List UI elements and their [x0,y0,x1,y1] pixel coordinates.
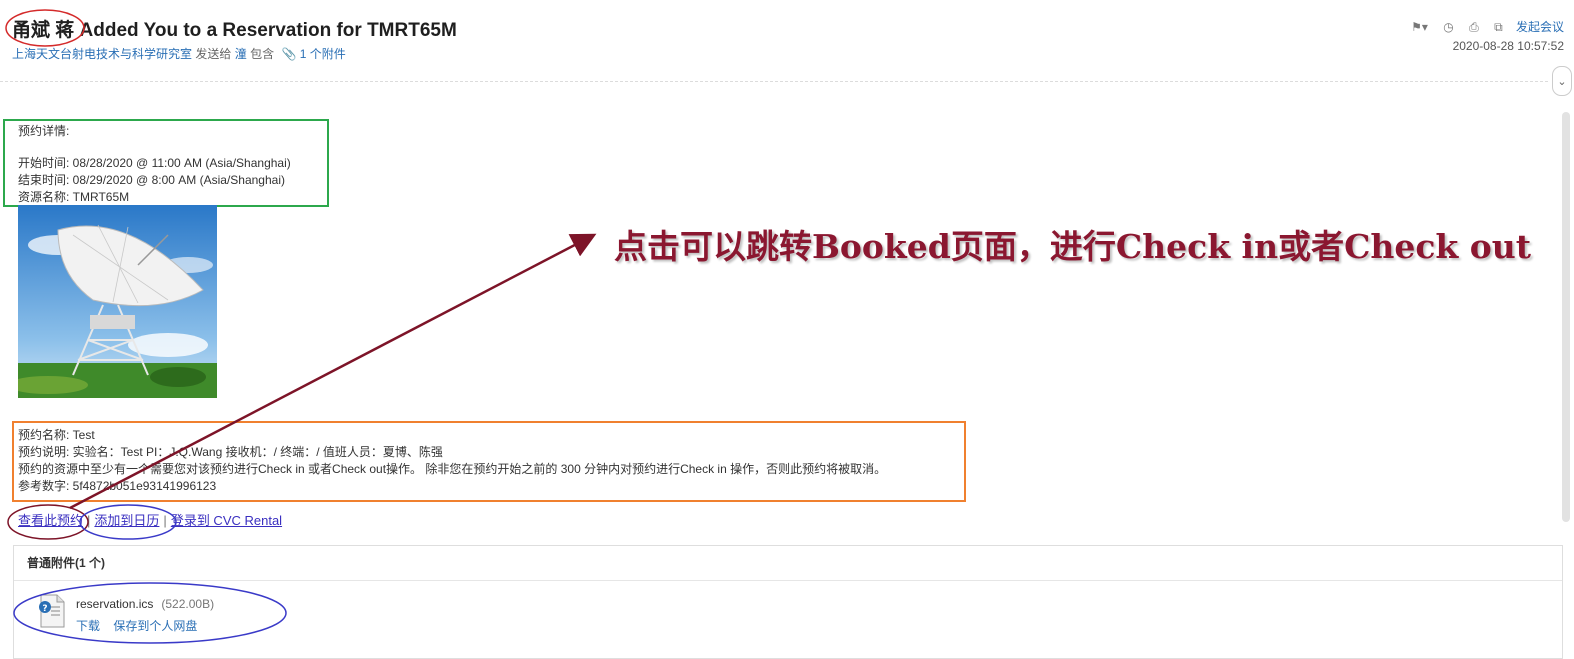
svg-text:?: ? [42,604,47,614]
save-to-drive-link[interactable]: 保存到个人网盘 [113,619,197,633]
annotation-text: 点击可以跳转Booked页面，进行Check in或者Check out [614,227,1532,266]
sender-link[interactable]: 上海天文台射电技术与科学研究室 [12,47,192,61]
flag-icon[interactable]: ⚑▾ [1411,20,1428,34]
email-datetime: 2020-08-28 10:57:52 [1452,39,1564,53]
link-separator: | [87,513,91,528]
contains-label: 包含 [250,47,275,61]
download-link[interactable]: 下载 [76,619,100,633]
sent-to-label: 发送给 [195,47,232,61]
popout-icon[interactable]: ⧉ [1494,20,1503,35]
scrollbar[interactable] [1562,112,1570,522]
start-meeting-link[interactable]: 发起会议 [1516,20,1564,34]
add-to-calendar-link[interactable]: 添加到日历 [94,513,159,528]
header-divider [0,81,1548,82]
paperclip-icon[interactable]: 📎 [281,47,296,61]
view-reservation-link[interactable]: 查看此预约 [18,513,83,528]
attachment-file-name[interactable]: reservation.ics [76,597,153,611]
calendar-file-icon[interactable]: ? [38,594,66,628]
login-link[interactable]: 登录到 CVC Rental [171,513,282,528]
telescope-image [18,205,217,398]
clock-icon[interactable]: ◷ [1443,20,1453,34]
attachment-count-link[interactable]: 1 个附件 [300,47,346,61]
reservation-highlight-box [12,421,966,502]
link-separator: | [163,513,167,528]
attachment-file-size: (522.00B) [161,597,215,611]
details-highlight-box [3,119,329,207]
reservation-links: 查看此预约 | 添加到日历 | 登录到 CVC Rental [18,510,282,529]
print-icon[interactable]: ⎙ [1469,20,1479,35]
recipient-link[interactable]: 潼 [235,47,247,61]
attachments-panel: 普通附件(1 个) ? reservation.ics (522.00B) 下载 … [13,545,1563,659]
email-meta: 上海天文台射电技术与科学研究室 发送给 潼 包含 📎 1 个附件 [12,45,346,62]
header-toolbar: ⚑▾ ◷ ⎙ ⧉ 发起会议 [1399,18,1564,35]
chevron-down-icon[interactable]: ⌄ [1552,66,1572,96]
attachment-name-row: reservation.ics (522.00B) [76,597,214,611]
attachment-actions: 下载 保存到个人网盘 [76,617,207,634]
email-subject: 甬斌 蒋 Added You to a Reservation for TMRT… [12,20,457,41]
attachments-heading: 普通附件(1 个) [14,546,1562,581]
